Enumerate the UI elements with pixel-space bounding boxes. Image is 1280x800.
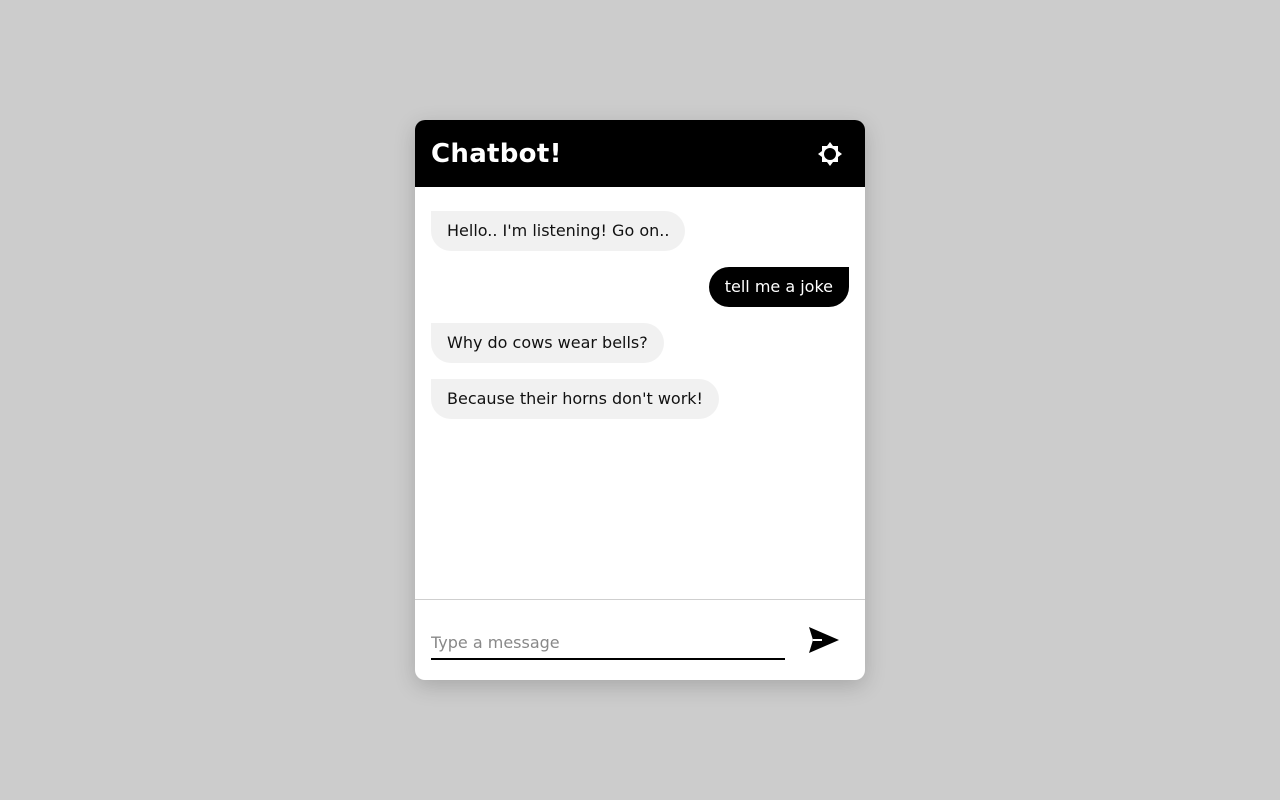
- composer: [415, 599, 865, 680]
- chat-header: Chatbot!: [415, 120, 865, 187]
- send-icon: [809, 627, 839, 653]
- chat-title: Chatbot!: [431, 138, 562, 169]
- bot-message: Because their horns don't work!: [431, 379, 719, 419]
- bot-message: Why do cows wear bells?: [431, 323, 664, 363]
- user-message: tell me a joke: [708, 267, 849, 307]
- theme-toggle-button[interactable]: [815, 139, 845, 169]
- send-button[interactable]: [807, 625, 841, 655]
- sun-icon: [818, 141, 842, 166]
- message-input[interactable]: [431, 624, 785, 660]
- bot-message: Hello.. I'm listening! Go on..: [431, 211, 686, 251]
- chat-window: Chatbot! Hello.. I'm listening! Go on.. …: [415, 120, 865, 680]
- message-list: Hello.. I'm listening! Go on.. tell me a…: [415, 187, 865, 599]
